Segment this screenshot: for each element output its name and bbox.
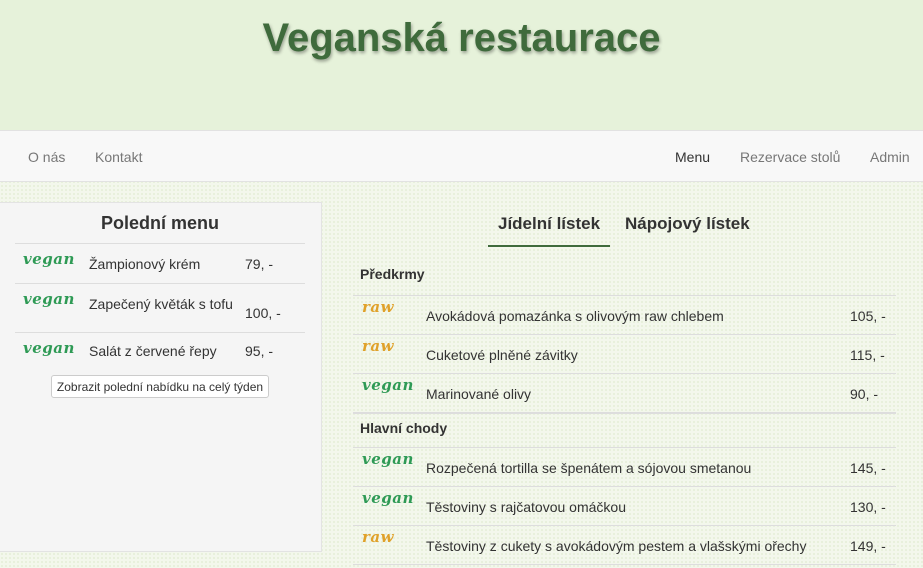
menu-item-price: 115, -: [850, 347, 885, 363]
site-title: Veganská restaurace: [262, 16, 661, 60]
lunch-item-name: Žampionový krém: [89, 256, 201, 272]
menu-item-row: vegan Marinované olivy 90, -: [353, 373, 896, 414]
raw-badge-icon: raw: [362, 298, 395, 316]
menu-item-name: Těstoviny z cukety s avokádovým pestem a…: [426, 538, 807, 554]
menu-item-price: 90, -: [850, 386, 879, 402]
menu-item-name: Těstoviny s rajčatovou omáčkou: [426, 499, 626, 515]
menu-item-price: 145, -: [850, 460, 886, 476]
menu-item-price: 105, -: [850, 308, 886, 324]
vegan-badge-icon: vegan: [23, 290, 75, 308]
lunch-menu-panel: Polední menu vegan Žampionový krém 79, -…: [0, 202, 322, 552]
lunch-item-row: vegan Zapečený květák s tofu 100, -: [15, 283, 305, 332]
raw-badge-icon: raw: [362, 528, 395, 546]
menu-section-starters: Předkrmy raw Avokádová pomazánka s olivo…: [353, 257, 896, 414]
menu-item-name: Marinované olivy: [426, 386, 532, 402]
lunch-item-row: vegan Salát z červené řepy 95, -: [15, 332, 305, 367]
menu-item-price: 130, -: [850, 499, 886, 515]
vegan-badge-icon: vegan: [362, 489, 414, 507]
nav-link-about[interactable]: O nás: [28, 149, 65, 165]
menu-tabs: Jídelní lístek Nápojový lístek: [353, 202, 896, 247]
lunch-menu-table: vegan Žampionový krém 79, - vegan Zapeče…: [15, 243, 305, 367]
nav-link-admin[interactable]: Admin: [870, 149, 910, 165]
show-week-menu-button[interactable]: Zobrazit polední nabídku na celý týden: [51, 375, 269, 398]
section-title: Hlavní chody: [360, 420, 448, 436]
nav-link-contact[interactable]: Kontakt: [95, 149, 142, 165]
lunch-item-row: vegan Žampionový krém 79, -: [15, 243, 305, 283]
tab-drinks-menu[interactable]: Nápojový lístek: [615, 202, 760, 247]
site-header: Veganská restaurace: [0, 0, 923, 130]
main-navbar: O nás Kontakt Menu Rezervace stolů Admin: [0, 130, 923, 182]
vegan-badge-icon: vegan: [23, 250, 75, 268]
nav-link-reservation[interactable]: Rezervace stolů: [740, 149, 840, 165]
vegan-badge-icon: vegan: [23, 339, 75, 357]
vegan-badge-icon: vegan: [362, 450, 414, 468]
lunch-item-name: Salát z červené řepy: [89, 343, 217, 359]
menu-item-row: raw Cuketové plněné závitky 115, -: [353, 334, 896, 373]
menu-item-row: raw Avokádová pomazánka s olivovým raw c…: [353, 295, 896, 334]
menu-item-row: vegan Rozpečená tortilla se špenátem a s…: [353, 447, 896, 486]
menu-item-name: Avokádová pomazánka s olivovým raw chleb…: [426, 308, 724, 324]
tab-food-menu[interactable]: Jídelní lístek: [488, 202, 611, 247]
lunch-item-price: 95, -: [245, 343, 274, 359]
lunch-item-price: 100, -: [245, 305, 281, 321]
section-title: Předkrmy: [360, 266, 425, 282]
menu-item-row: raw Těstoviny z cukety s avokádovým pest…: [353, 525, 896, 565]
menu-section-mains: Hlavní chody vegan Rozpečená tortilla se…: [353, 411, 896, 565]
nav-link-menu[interactable]: Menu: [675, 149, 710, 165]
vegan-badge-icon: vegan: [362, 376, 414, 394]
menu-item-name: Cuketové plněné závitky: [426, 347, 578, 363]
menu-item-price: 149, -: [850, 538, 886, 554]
menu-item-row: vegan Těstoviny s rajčatovou omáčkou 130…: [353, 486, 896, 525]
lunch-menu-title: Polední menu: [100, 213, 219, 233]
lunch-item-price: 79, -: [245, 256, 274, 272]
raw-badge-icon: raw: [362, 337, 395, 355]
menu-item-name: Rozpečená tortilla se špenátem a sójovou…: [426, 460, 752, 476]
lunch-item-name: Zapečený květák s tofu: [89, 296, 233, 312]
